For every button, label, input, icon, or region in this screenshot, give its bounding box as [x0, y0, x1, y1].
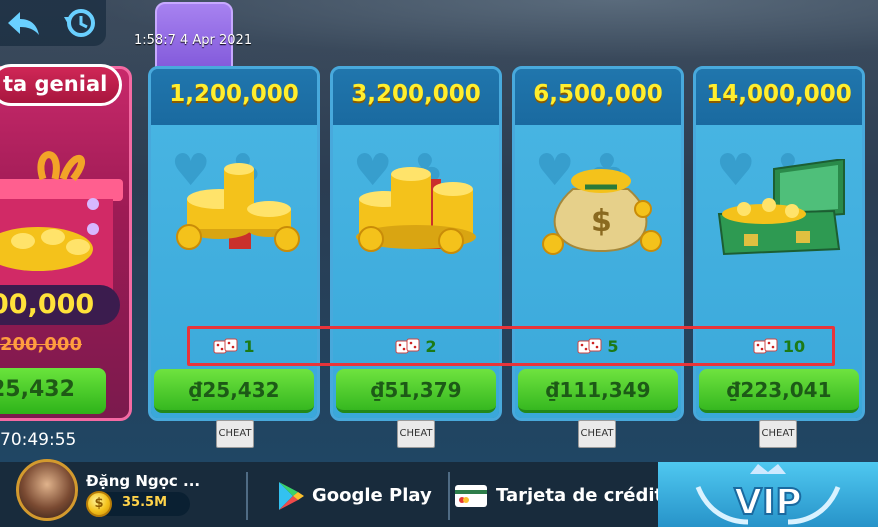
cheat-button-2[interactable]: CHEAT	[397, 420, 435, 448]
cheat-button-4[interactable]: CHEAT	[759, 420, 797, 448]
avatar[interactable]	[16, 459, 78, 521]
treasure-chest-icon	[717, 159, 845, 256]
price-label: ₫25,432	[188, 378, 280, 402]
top-left-toolbar	[0, 0, 106, 46]
card-header: 6,500,000	[515, 69, 681, 125]
promo-title: ta genial	[3, 72, 108, 96]
history-clock-icon[interactable]	[60, 3, 100, 43]
buy-button[interactable]: ₫51,379	[336, 369, 496, 413]
price-label: ₫223,041	[726, 378, 832, 402]
google-play-label: Google Play	[312, 485, 432, 506]
price-label: ₫51,379	[370, 378, 462, 402]
promo-amount: 00,000	[0, 289, 95, 320]
google-play-icon	[279, 482, 304, 510]
vip-button[interactable]: VIP	[658, 462, 878, 527]
price-label: ₫111,349	[545, 378, 651, 402]
timestamp: 1:58:7 4 Apr 2021	[134, 33, 253, 48]
package-amount: 3,200,000	[351, 81, 481, 107]
buy-button[interactable]: ₫25,432	[154, 369, 314, 413]
buy-button[interactable]: ₫223,041	[699, 369, 859, 413]
dice-row-highlight-box	[187, 326, 835, 366]
cheat-button-1[interactable]: CHEAT	[216, 420, 254, 448]
credit-card-icon	[455, 485, 487, 507]
promo-amount-pill: 00,000	[0, 285, 120, 325]
package-card-4[interactable]: 14,000,000 ♥ ♣ 10 ₫223,041	[693, 66, 865, 421]
google-play-button[interactable]: Google Play	[270, 476, 440, 516]
promo-title-banner: ta genial	[0, 64, 122, 106]
promo-original-amount: 200,000	[0, 334, 82, 355]
svg-text:$: $	[591, 204, 612, 239]
coin-icon: $	[86, 491, 112, 517]
card-header: 1,200,000	[151, 69, 317, 125]
buy-button[interactable]: ₫111,349	[518, 369, 678, 413]
cheat-button-3[interactable]: CHEAT	[578, 420, 616, 448]
coin-pile-with-ribbon-icon	[176, 163, 300, 252]
package-card-3[interactable]: 6,500,000 ♥ ♣ $ 5 ₫111,349	[512, 66, 684, 421]
card-header: 14,000,000	[696, 69, 862, 125]
package-amount: 14,000,000	[706, 81, 852, 107]
package-amount: 6,500,000	[533, 81, 663, 107]
divider	[246, 472, 248, 520]
vip-badge-icon: VIP	[695, 464, 841, 525]
back-arrow-icon[interactable]	[4, 3, 44, 43]
coin-pile-with-ribbon-icon	[356, 167, 476, 254]
card-header: 3,200,000	[333, 69, 499, 125]
package-amount: 1,200,000	[169, 81, 299, 107]
credit-card-button[interactable]: Tarjeta de crédito	[452, 476, 676, 516]
package-card-2[interactable]: 3,200,000 ♥ ♣ 2 ₫51,379	[330, 66, 502, 421]
promo-price: 25,432	[0, 377, 75, 402]
credit-card-label: Tarjeta de crédito	[496, 485, 676, 506]
divider	[448, 472, 450, 520]
user-name: Đặng Ngọc ...	[86, 472, 201, 490]
promo-buy-button[interactable]: 25,432	[0, 368, 106, 414]
background-sky	[0, 0, 878, 70]
promo-countdown: 70:49:55	[0, 430, 77, 450]
package-card-1[interactable]: 1,200,000 ♥ ♣ 1 ₫25,432	[148, 66, 320, 421]
user-balance: 35.5M	[122, 495, 168, 510]
vip-label: VIP	[734, 482, 802, 523]
money-bag-icon: $	[542, 169, 662, 255]
